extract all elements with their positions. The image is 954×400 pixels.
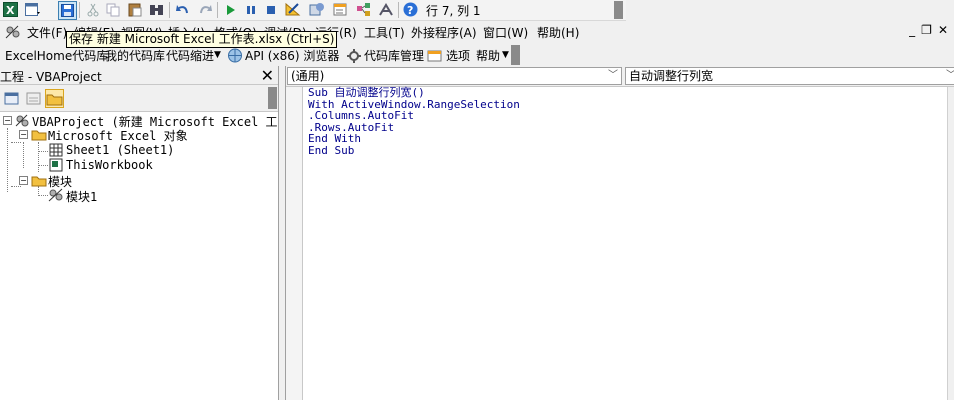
- close-pane-icon[interactable]: ✕: [261, 66, 274, 85]
- code-line: End Sub: [308, 143, 355, 157]
- cut-icon[interactable]: [84, 1, 101, 18]
- minimize-icon[interactable]: _: [909, 23, 921, 37]
- procedure-combo-value: 自动调整行列宽: [629, 69, 714, 83]
- help-icon[interactable]: ?: [402, 1, 419, 18]
- help-dropdown-icon[interactable]: ▼: [502, 50, 509, 60]
- object-combo[interactable]: (通用) ﹀: [287, 67, 622, 85]
- collapse-excel-objects-icon[interactable]: −: [19, 130, 28, 139]
- tree-sheet1[interactable]: Sheet1 (Sheet1): [66, 143, 174, 157]
- chevron-down-icon[interactable]: ﹀: [608, 68, 618, 84]
- undo-icon[interactable]: [174, 1, 191, 18]
- insert-userform-icon[interactable]: [24, 1, 41, 18]
- pane-splitter[interactable]: [279, 66, 286, 400]
- collapse-modules-icon[interactable]: −: [19, 176, 28, 185]
- code-margin[interactable]: [286, 87, 303, 400]
- view-code-icon[interactable]: [2, 89, 21, 108]
- project-explorer-toolbar: [0, 85, 278, 112]
- svg-text:X: X: [6, 4, 15, 17]
- svg-text:?: ?: [407, 4, 413, 17]
- help-menu-button[interactable]: 帮助: [476, 47, 500, 64]
- object-combo-value: (通用): [291, 69, 325, 83]
- standard-toolbar: X ? 行 7, 列 1: [0, 0, 626, 21]
- procedure-combo[interactable]: 自动调整行列宽 ﹀: [625, 67, 954, 85]
- api-browser-icon[interactable]: [226, 47, 243, 64]
- code-indent-button[interactable]: 代码缩进: [166, 47, 214, 64]
- library-manager-button[interactable]: 代码库管理: [364, 47, 424, 64]
- save-icon[interactable]: [58, 1, 77, 20]
- find-icon[interactable]: [148, 1, 165, 18]
- code-window-header: (通用) ﹀ 自动调整行列宽 ﹀: [286, 66, 954, 87]
- menu-addins[interactable]: 外接程序(A): [411, 24, 477, 41]
- project-explorer-title: 工程 - VBAProject: [0, 70, 102, 84]
- indent-dropdown-icon[interactable]: ▼: [214, 50, 221, 60]
- cursor-position: 行 7, 列 1: [426, 4, 481, 18]
- toggle-folders-icon[interactable]: [45, 89, 64, 108]
- code-line: .Columns.AutoFit: [308, 109, 414, 122]
- reset-icon[interactable]: [262, 1, 279, 18]
- vertical-scrollbar[interactable]: [947, 87, 954, 400]
- restore-icon[interactable]: ❐: [921, 23, 938, 37]
- chevron-down-icon-proc[interactable]: ﹀: [946, 68, 954, 84]
- paste-icon[interactable]: [126, 1, 143, 18]
- pane-toolbar-grip[interactable]: [268, 87, 277, 109]
- run-icon[interactable]: [222, 1, 239, 18]
- save-tooltip: 保存 新建 Microsoft Excel 工作表.xlsx (Ctrl+S): [66, 31, 338, 48]
- toolbar-options-grip[interactable]: [614, 1, 623, 19]
- project-explorer-titlebar: 工程 - VBAProject ✕: [0, 66, 278, 85]
- folder-open-icon-modules: [30, 172, 47, 189]
- properties-window-icon[interactable]: [332, 1, 349, 18]
- options-button[interactable]: 选项: [446, 47, 470, 64]
- menu-tools[interactable]: 工具(T): [364, 24, 405, 41]
- module-icon: [47, 186, 64, 203]
- options-icon[interactable]: [426, 47, 443, 64]
- break-icon[interactable]: [242, 1, 259, 18]
- workbook-icon: [47, 156, 64, 173]
- toolbox-icon[interactable]: [378, 1, 395, 18]
- api-browser-button[interactable]: API (x86) 浏览器: [245, 47, 339, 64]
- vbaproject-icon: [13, 112, 30, 129]
- close-icon[interactable]: ✕: [938, 23, 954, 37]
- toolbar2-options-grip[interactable]: [511, 45, 520, 65]
- library-manager-icon[interactable]: [345, 47, 362, 64]
- excelhome-library-button[interactable]: ExcelHome代码库: [5, 47, 108, 64]
- collapse-root-icon[interactable]: −: [3, 116, 12, 125]
- copy-icon[interactable]: [104, 1, 121, 18]
- design-mode-icon[interactable]: [284, 1, 301, 18]
- code-editor[interactable]: Sub 自动调整行列宽() With ActiveWindow.RangeSele…: [286, 87, 954, 400]
- object-browser-icon[interactable]: [355, 1, 372, 18]
- code-line: End With: [308, 132, 361, 145]
- project-explorer-pane: 工程 - VBAProject ✕ − VBAProject (新建 Micro…: [0, 66, 279, 400]
- project-explorer-icon[interactable]: [308, 1, 325, 18]
- menu-window[interactable]: 窗口(W): [483, 24, 528, 41]
- tree-module1[interactable]: 模块1: [66, 188, 97, 205]
- folder-open-icon: [30, 126, 47, 143]
- my-library-button[interactable]: 我的代码库: [105, 47, 165, 64]
- tree-thisworkbook[interactable]: ThisWorkbook: [66, 158, 153, 172]
- code-line: Sub 自动调整行列宽(): [308, 86, 425, 99]
- view-object-icon[interactable]: [24, 89, 43, 108]
- code-text[interactable]: Sub 自动调整行列宽() With ActiveWindow.RangeSele…: [308, 87, 520, 156]
- excel-view-icon[interactable]: X: [2, 1, 19, 18]
- redo-icon[interactable]: [196, 1, 213, 18]
- tree-excel-objects[interactable]: Microsoft Excel 对象: [48, 127, 188, 144]
- window-controls[interactable]: _❐✕: [909, 23, 954, 37]
- vba-project-icon[interactable]: [4, 23, 21, 40]
- menu-help[interactable]: 帮助(H): [537, 24, 579, 41]
- menu-file[interactable]: 文件(F): [27, 24, 67, 41]
